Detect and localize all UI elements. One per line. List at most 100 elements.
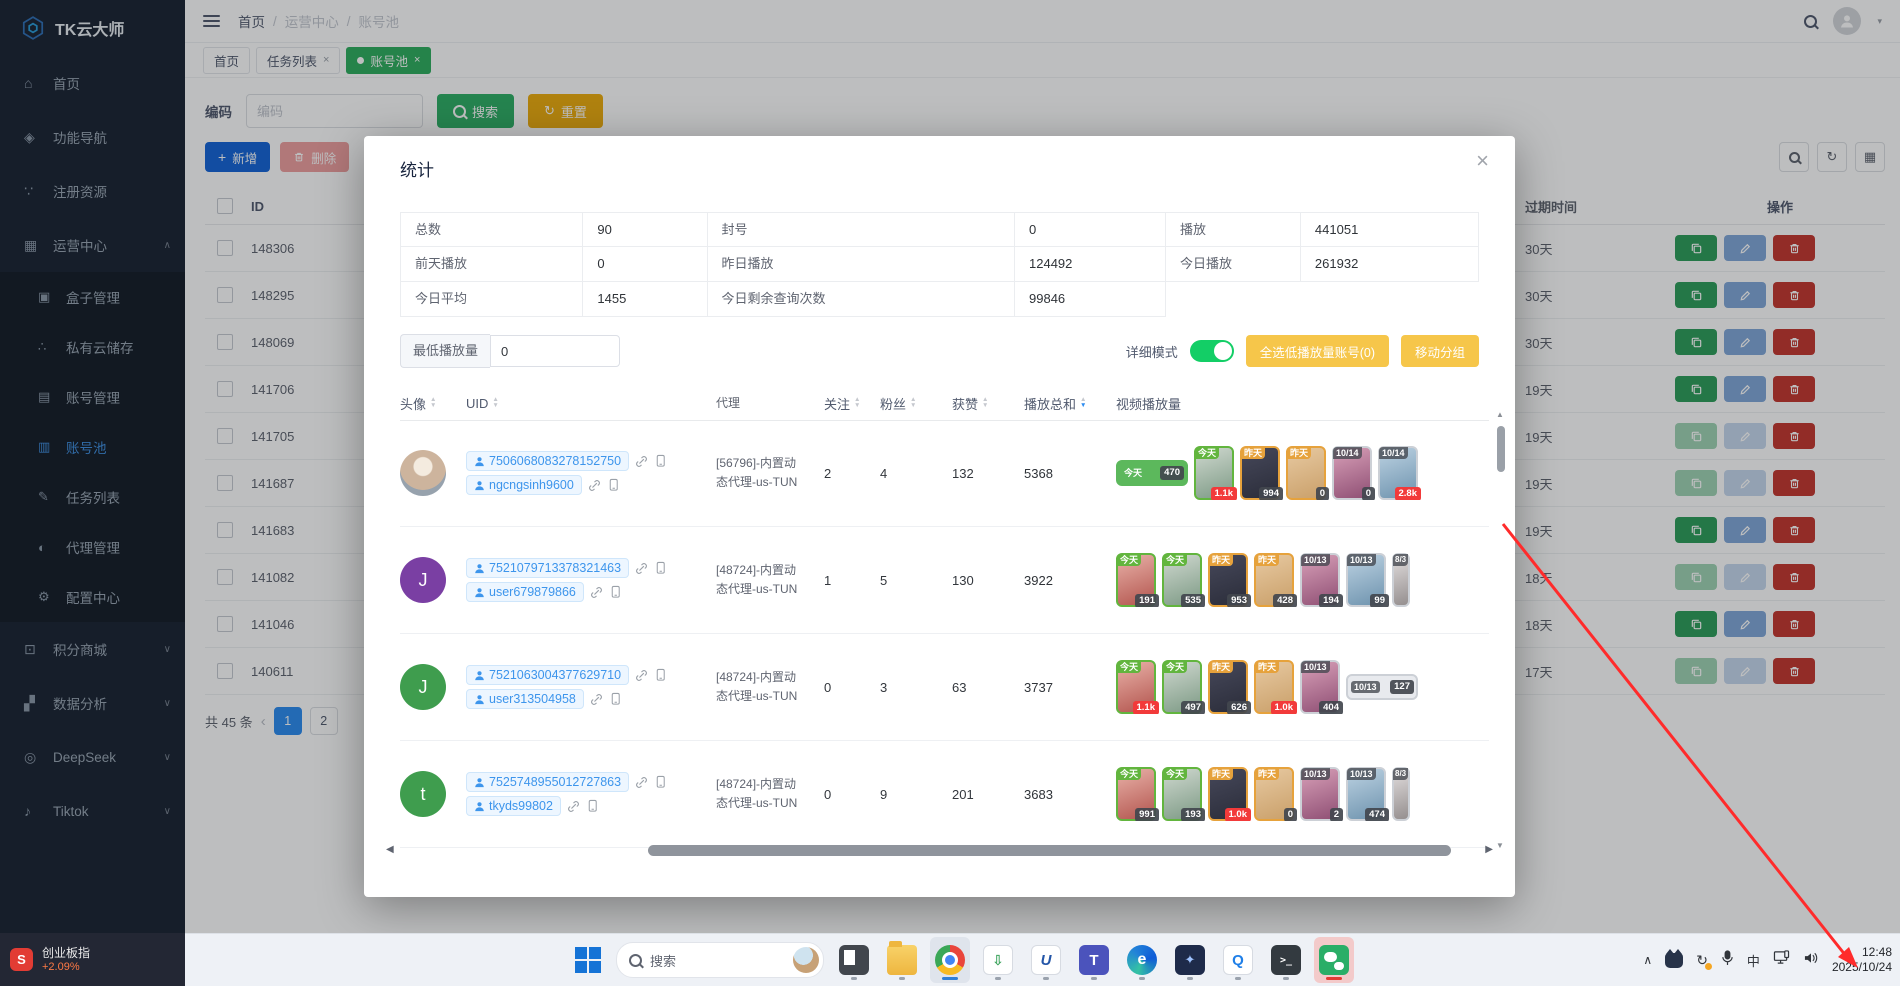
phone-icon[interactable] <box>654 454 667 468</box>
video-thumb[interactable]: 10/13 99 <box>1346 553 1386 607</box>
video-thumb[interactable]: 10/13 404 <box>1300 660 1340 714</box>
video-thumb[interactable]: 昨天 994 <box>1240 446 1280 500</box>
phone-icon[interactable] <box>654 561 667 575</box>
phone-icon[interactable] <box>654 668 667 682</box>
close-icon[interactable]: × <box>1476 148 1489 174</box>
phone-icon[interactable] <box>609 692 622 706</box>
video-thumb[interactable]: 昨天 0 <box>1254 767 1294 821</box>
horizontal-scroll-thumb[interactable] <box>648 845 1451 856</box>
cat-app-icon[interactable] <box>1665 953 1683 968</box>
taskbar-app[interactable] <box>1314 937 1354 983</box>
taskbar-app[interactable] <box>930 937 970 983</box>
video-thumb[interactable]: 10/13 2 <box>1300 767 1340 821</box>
username-badge[interactable]: ngcngsinh9600 <box>466 475 582 495</box>
username-badge[interactable]: user679879866 <box>466 582 584 602</box>
scroll-down-icon[interactable]: ▼ <box>1496 841 1504 850</box>
video-thumb[interactable]: 10/13 474 <box>1346 767 1386 821</box>
link-icon[interactable] <box>590 586 603 599</box>
video-thumb[interactable]: 10/14 0 <box>1332 446 1372 500</box>
video-thumb[interactable]: 今天 991 <box>1116 767 1156 821</box>
avatar[interactable] <box>400 450 446 496</box>
vertical-scrollbar[interactable]: ▲ ▼ <box>1495 420 1507 848</box>
avatar[interactable]: J <box>400 557 446 603</box>
col-fans[interactable]: 粉丝▲▼ <box>880 394 952 413</box>
scroll-up-icon[interactable]: ▲ <box>1496 410 1504 419</box>
video-thumb[interactable]: 今天 470 <box>1116 460 1188 486</box>
taskbar-app[interactable]: e <box>1122 937 1162 983</box>
phone-icon[interactable] <box>607 478 620 492</box>
col-likes[interactable]: 获赞▲▼ <box>952 394 1024 413</box>
microphone-icon[interactable] <box>1721 950 1734 971</box>
taskbar-app[interactable] <box>882 937 922 983</box>
video-thumb[interactable]: 10/14 2.8k <box>1378 446 1418 500</box>
sort-icons[interactable]: ▲▼ <box>982 397 988 409</box>
link-icon[interactable] <box>635 562 648 575</box>
video-thumb[interactable]: 昨天 1.0k <box>1208 767 1248 821</box>
taskbar-app[interactable]: Q <box>1218 937 1258 983</box>
vertical-scroll-thumb[interactable] <box>1497 426 1505 472</box>
widgets-stock-button[interactable]: S 创业板指 +2.09% <box>0 933 185 986</box>
clock[interactable]: 12:48 2025/10/24 <box>1832 945 1892 975</box>
sort-icons[interactable]: ▲▼ <box>854 397 860 409</box>
username-badge[interactable]: tkyds99802 <box>466 796 561 816</box>
video-thumb[interactable]: 8/3 <box>1392 767 1410 821</box>
select-low-play-button[interactable]: 全选低播放量账号(0) <box>1246 335 1389 367</box>
display-icon[interactable] <box>1773 950 1790 970</box>
taskbar-app[interactable]: T <box>1074 937 1114 983</box>
taskbar-app[interactable]: ✦ <box>1170 937 1210 983</box>
col-follow[interactable]: 关注▲▼ <box>824 394 880 413</box>
video-thumb[interactable]: 今天 193 <box>1162 767 1202 821</box>
avatar[interactable]: t <box>400 771 446 817</box>
tray-chevron-icon[interactable]: ∧ <box>1643 953 1652 967</box>
video-thumb[interactable]: 今天 191 <box>1116 553 1156 607</box>
link-icon[interactable] <box>590 693 603 706</box>
video-thumb[interactable]: 昨天 1.0k <box>1254 660 1294 714</box>
uid-badge[interactable]: 7506068083278152750 <box>466 451 629 471</box>
scroll-right-icon[interactable]: ▶ <box>1485 844 1493 855</box>
col-play-total[interactable]: 播放总和▲▼ <box>1024 394 1116 413</box>
phone-icon[interactable] <box>609 585 622 599</box>
avatar[interactable]: J <box>400 664 446 710</box>
video-thumb[interactable]: 昨天 0 <box>1286 446 1326 500</box>
taskbar-app[interactable] <box>834 937 874 983</box>
scroll-left-icon[interactable]: ◀ <box>386 844 394 855</box>
col-uid[interactable]: UID▲▼ <box>466 396 716 411</box>
sort-icons[interactable]: ▲▼ <box>492 397 498 409</box>
detail-mode-toggle[interactable] <box>1190 340 1234 362</box>
video-thumb[interactable]: 昨天 626 <box>1208 660 1248 714</box>
uid-badge[interactable]: 7521063004377629710 <box>466 665 629 685</box>
col-avatar[interactable]: 头像▲▼ <box>400 394 466 413</box>
move-group-button[interactable]: 移动分组 <box>1401 335 1479 367</box>
video-thumb[interactable]: 昨天 428 <box>1254 553 1294 607</box>
start-button[interactable] <box>570 940 606 980</box>
taskbar-app[interactable]: >_ <box>1266 937 1306 983</box>
taskbar-search[interactable]: 搜索 <box>616 942 824 978</box>
sort-icons[interactable]: ▲▼ <box>1080 397 1086 409</box>
video-thumb[interactable]: 10/13 127 <box>1346 674 1418 700</box>
link-icon[interactable] <box>635 776 648 789</box>
weather-icon[interactable] <box>793 947 819 973</box>
horizontal-scrollbar[interactable]: ◀ ▶ <box>386 843 1493 857</box>
uid-badge[interactable]: 7525748955012727863 <box>466 772 629 792</box>
phone-icon[interactable] <box>586 799 599 813</box>
phone-icon[interactable] <box>654 775 667 789</box>
link-icon[interactable] <box>635 669 648 682</box>
video-thumb[interactable]: 今天 497 <box>1162 660 1202 714</box>
link-icon[interactable] <box>588 479 601 492</box>
username-badge[interactable]: user313504958 <box>466 689 584 709</box>
speaker-icon[interactable] <box>1803 951 1819 970</box>
video-thumb[interactable]: 今天 1.1k <box>1116 660 1156 714</box>
uid-badge[interactable]: 7521079713378321463 <box>466 558 629 578</box>
sort-icons[interactable]: ▲▼ <box>430 397 436 409</box>
video-thumb[interactable]: 今天 1.1k <box>1194 446 1234 500</box>
sync-icon[interactable]: ↻ <box>1696 952 1708 969</box>
video-thumb[interactable]: 8/3 <box>1392 553 1410 607</box>
video-thumb[interactable]: 10/13 194 <box>1300 553 1340 607</box>
link-icon[interactable] <box>635 455 648 468</box>
min-play-input[interactable] <box>490 335 620 367</box>
taskbar-app[interactable]: U <box>1026 937 1066 983</box>
taskbar-app[interactable]: ⇩ <box>978 937 1018 983</box>
ime-indicator[interactable]: 中 <box>1747 951 1760 970</box>
video-thumb[interactable]: 今天 535 <box>1162 553 1202 607</box>
link-icon[interactable] <box>567 800 580 813</box>
